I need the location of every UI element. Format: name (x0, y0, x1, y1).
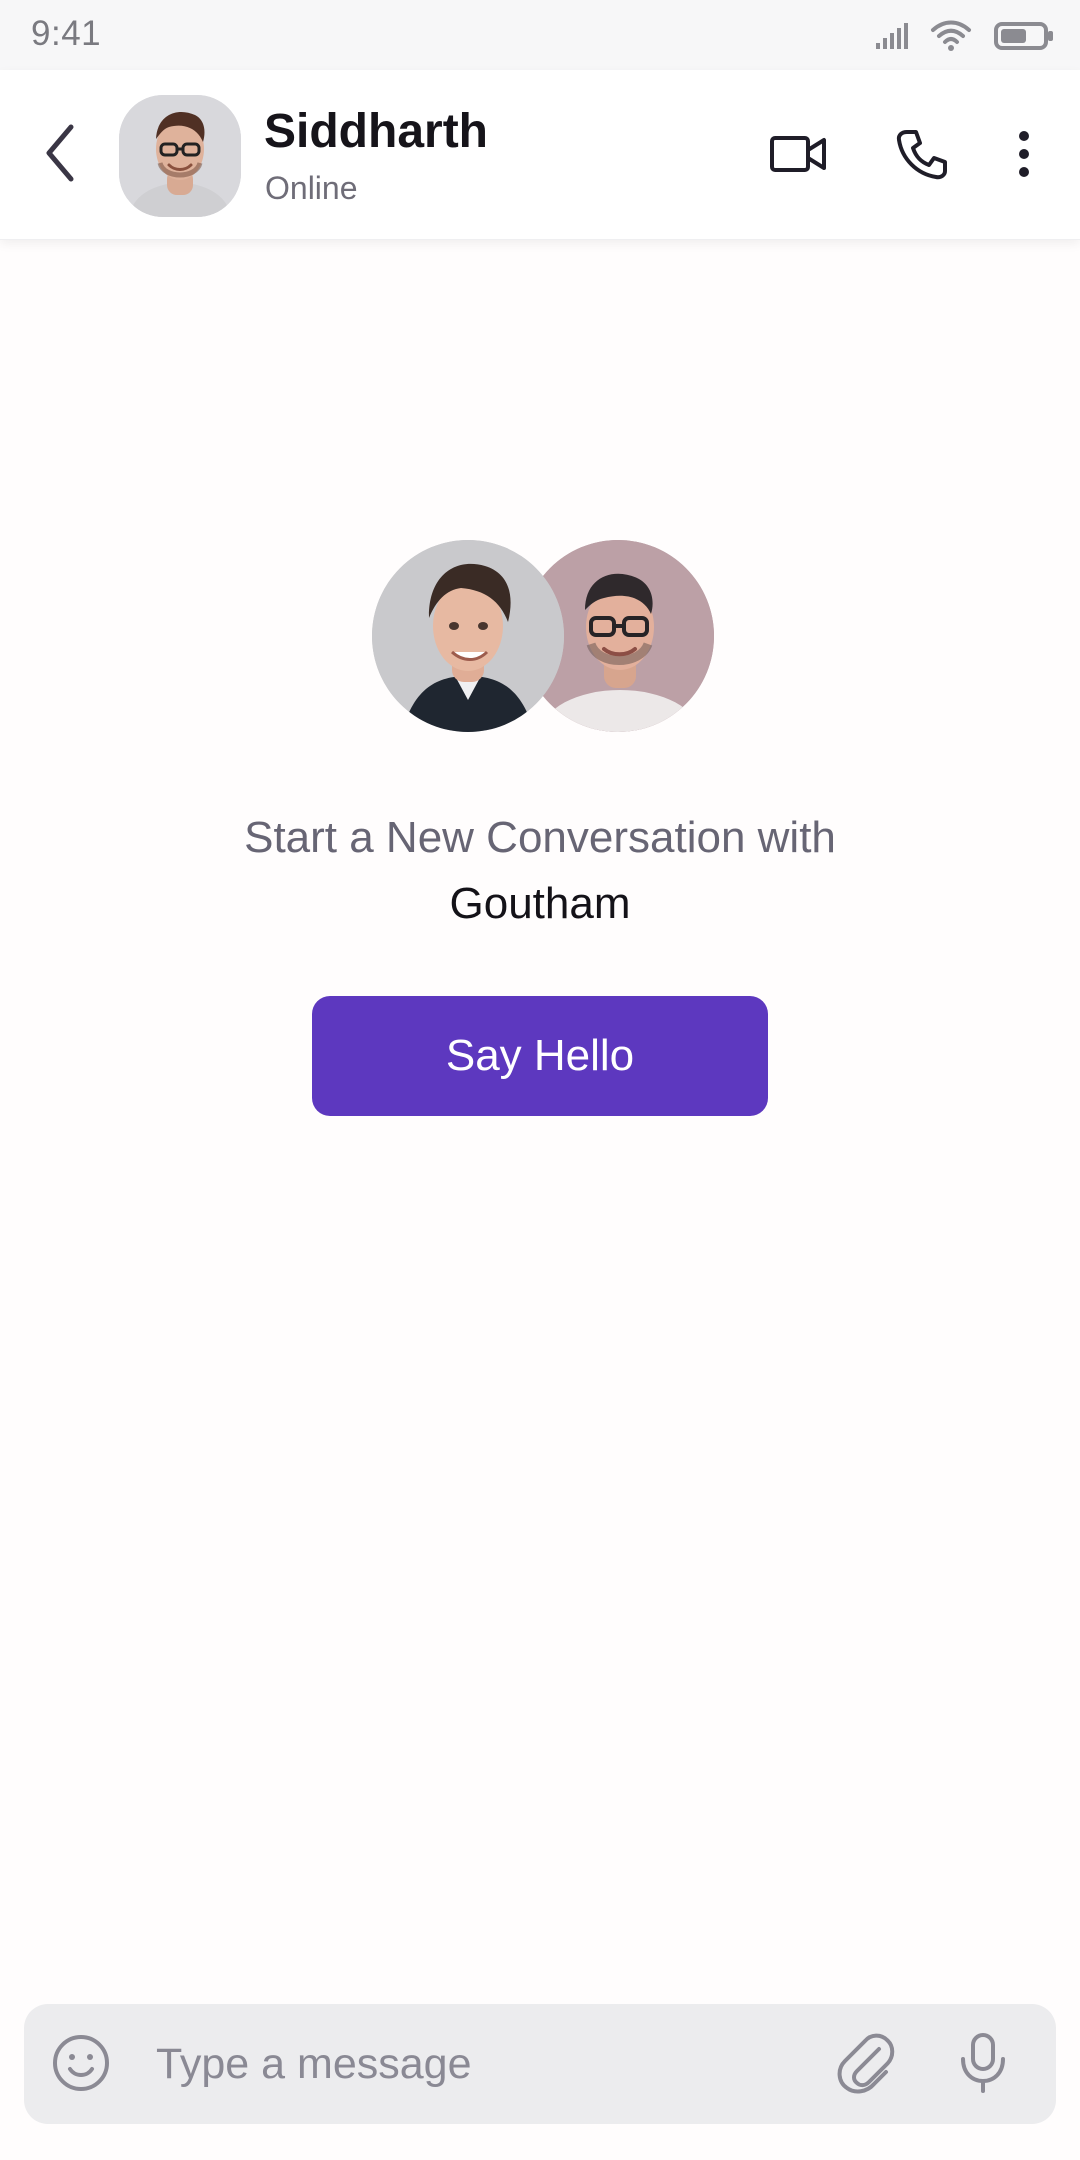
chevron-left-icon (39, 121, 81, 190)
attach-button[interactable] (834, 2032, 896, 2099)
voice-call-button[interactable] (886, 120, 958, 192)
video-call-button[interactable] (762, 120, 834, 192)
more-options-button[interactable] (988, 120, 1060, 192)
back-button[interactable] (30, 120, 90, 190)
emoji-icon (51, 2033, 111, 2098)
conversation-participants (372, 540, 714, 732)
new-conversation-contact-name: Goutham (449, 879, 631, 928)
status-time: 9:41 (31, 14, 102, 53)
contact-status: Online (265, 170, 358, 206)
more-vertical-icon (1014, 128, 1034, 185)
chat-header: Siddharth Online (0, 70, 1080, 240)
battery-icon (994, 20, 1054, 52)
wifi-icon (930, 20, 972, 52)
new-conversation-message: Start a New Conversation with Goutham (0, 805, 1080, 937)
say-hello-button[interactable]: Say Hello (312, 996, 768, 1116)
chat-screen: 9:41 Siddharth Online Start a New Conver… (0, 0, 1080, 2160)
microphone-icon (955, 2031, 1011, 2100)
contact-name[interactable]: Siddharth (264, 104, 488, 159)
emoji-button[interactable] (50, 2034, 112, 2096)
message-input[interactable] (154, 2030, 804, 2098)
video-camera-icon (768, 130, 828, 183)
voice-message-button[interactable] (952, 2032, 1014, 2096)
paperclip-icon (834, 2032, 896, 2099)
new-conversation-prompt: Start a New Conversation with (244, 813, 836, 862)
contact-avatar[interactable] (119, 95, 241, 217)
phone-icon (894, 126, 950, 187)
participant-avatar-goutham (372, 540, 564, 732)
signal-icon (874, 21, 908, 51)
status-icons (874, 18, 1054, 54)
status-bar: 9:41 (0, 0, 1080, 70)
message-composer (24, 2004, 1056, 2124)
